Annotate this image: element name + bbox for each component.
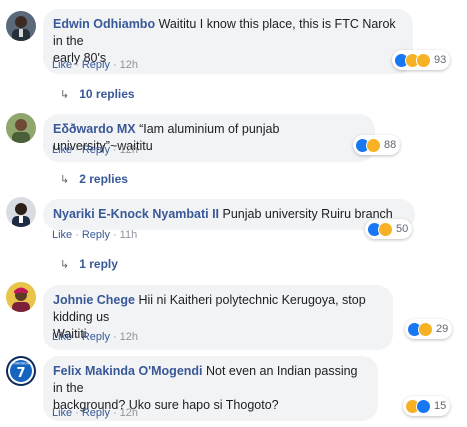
avatar-number: 7	[16, 366, 25, 381]
reaction-count: 29	[436, 323, 449, 335]
comment-author[interactable]: Johnie Chege	[53, 293, 135, 307]
reaction-count: 15	[434, 400, 447, 412]
comment-text: Punjab university Ruiru branch	[219, 207, 393, 221]
separator: ·	[112, 229, 117, 241]
separator: ·	[75, 331, 79, 343]
timestamp[interactable]: 12h	[120, 59, 138, 71]
haha-reaction-icon	[366, 137, 381, 153]
reply-button[interactable]: Reply	[82, 59, 110, 71]
separator: ·	[112, 331, 117, 343]
wow-reaction-icon	[416, 52, 431, 68]
timestamp[interactable]: 12h	[120, 331, 138, 343]
haha-reaction-icon	[418, 321, 433, 337]
comment-actions: Like · Reply · 12h	[52, 59, 138, 71]
comment-bubble: Nyariki E-Knock Nyambati II Punjab unive…	[43, 199, 415, 230]
reply-arrow-icon: ↳	[60, 89, 70, 101]
separator: ·	[112, 59, 117, 71]
replies-label: 2 replies	[79, 172, 128, 186]
comment-author[interactable]: Nyariki E-Knock Nyambati II	[53, 207, 219, 221]
reply-arrow-icon: ↳	[60, 174, 70, 186]
reply-button[interactable]: Reply	[82, 229, 110, 241]
reaction-count: 50	[396, 223, 409, 235]
avatar[interactable]	[6, 197, 36, 227]
timestamp[interactable]: 12h	[120, 407, 138, 419]
view-replies-link[interactable]: ↳ 1 reply	[60, 257, 118, 271]
avatar-top-text: MAKINDA	[13, 362, 30, 366]
reaction-count: 88	[384, 139, 397, 151]
separator: ·	[75, 144, 79, 156]
reaction-summary[interactable]: 15	[403, 396, 451, 416]
separator: ·	[112, 407, 117, 419]
avatar[interactable]	[6, 113, 36, 143]
replies-label: 10 replies	[79, 87, 135, 101]
comment-actions: Like · Reply · 12h	[52, 407, 138, 419]
like-button[interactable]: Like	[52, 229, 72, 241]
comment-actions: Like · Reply · 12h	[52, 331, 138, 343]
reaction-summary[interactable]: 29	[405, 319, 453, 339]
comment-author[interactable]: Eδðwardo MX	[53, 122, 136, 136]
reaction-count: 93	[434, 54, 447, 66]
like-button[interactable]: Like	[52, 59, 72, 71]
avatar[interactable]: MAKINDA 7	[6, 356, 36, 386]
reaction-summary[interactable]: 93	[392, 50, 451, 70]
reply-button[interactable]: Reply	[82, 144, 110, 156]
comment-author[interactable]: Felix Makinda O'Mogendi	[53, 364, 203, 378]
like-button[interactable]: Like	[52, 144, 72, 156]
like-button[interactable]: Like	[52, 407, 72, 419]
timestamp[interactable]: 12h	[120, 144, 138, 156]
comment-author[interactable]: Edwin Odhiambo	[53, 17, 155, 31]
reply-arrow-icon: ↳	[60, 259, 70, 271]
avatar[interactable]	[6, 11, 36, 41]
separator: ·	[75, 59, 79, 71]
separator: ·	[112, 144, 117, 156]
reply-button[interactable]: Reply	[82, 331, 110, 343]
separator: ·	[75, 229, 79, 241]
comment-actions: Like · Reply · 12h	[52, 144, 138, 156]
view-replies-link[interactable]: ↳ 2 replies	[60, 172, 128, 186]
comment-actions: Like · Reply · 11h	[52, 229, 137, 241]
reply-button[interactable]: Reply	[82, 407, 110, 419]
reaction-summary[interactable]: 50	[365, 219, 413, 239]
reaction-summary[interactable]: 88	[353, 135, 401, 155]
avatar[interactable]	[6, 282, 36, 312]
timestamp[interactable]: 11h	[120, 229, 138, 241]
like-reaction-icon	[416, 398, 431, 414]
view-replies-link[interactable]: ↳ 10 replies	[60, 87, 135, 101]
haha-reaction-icon	[378, 221, 393, 237]
separator: ·	[75, 407, 79, 419]
replies-label: 1 reply	[79, 257, 118, 271]
like-button[interactable]: Like	[52, 331, 72, 343]
